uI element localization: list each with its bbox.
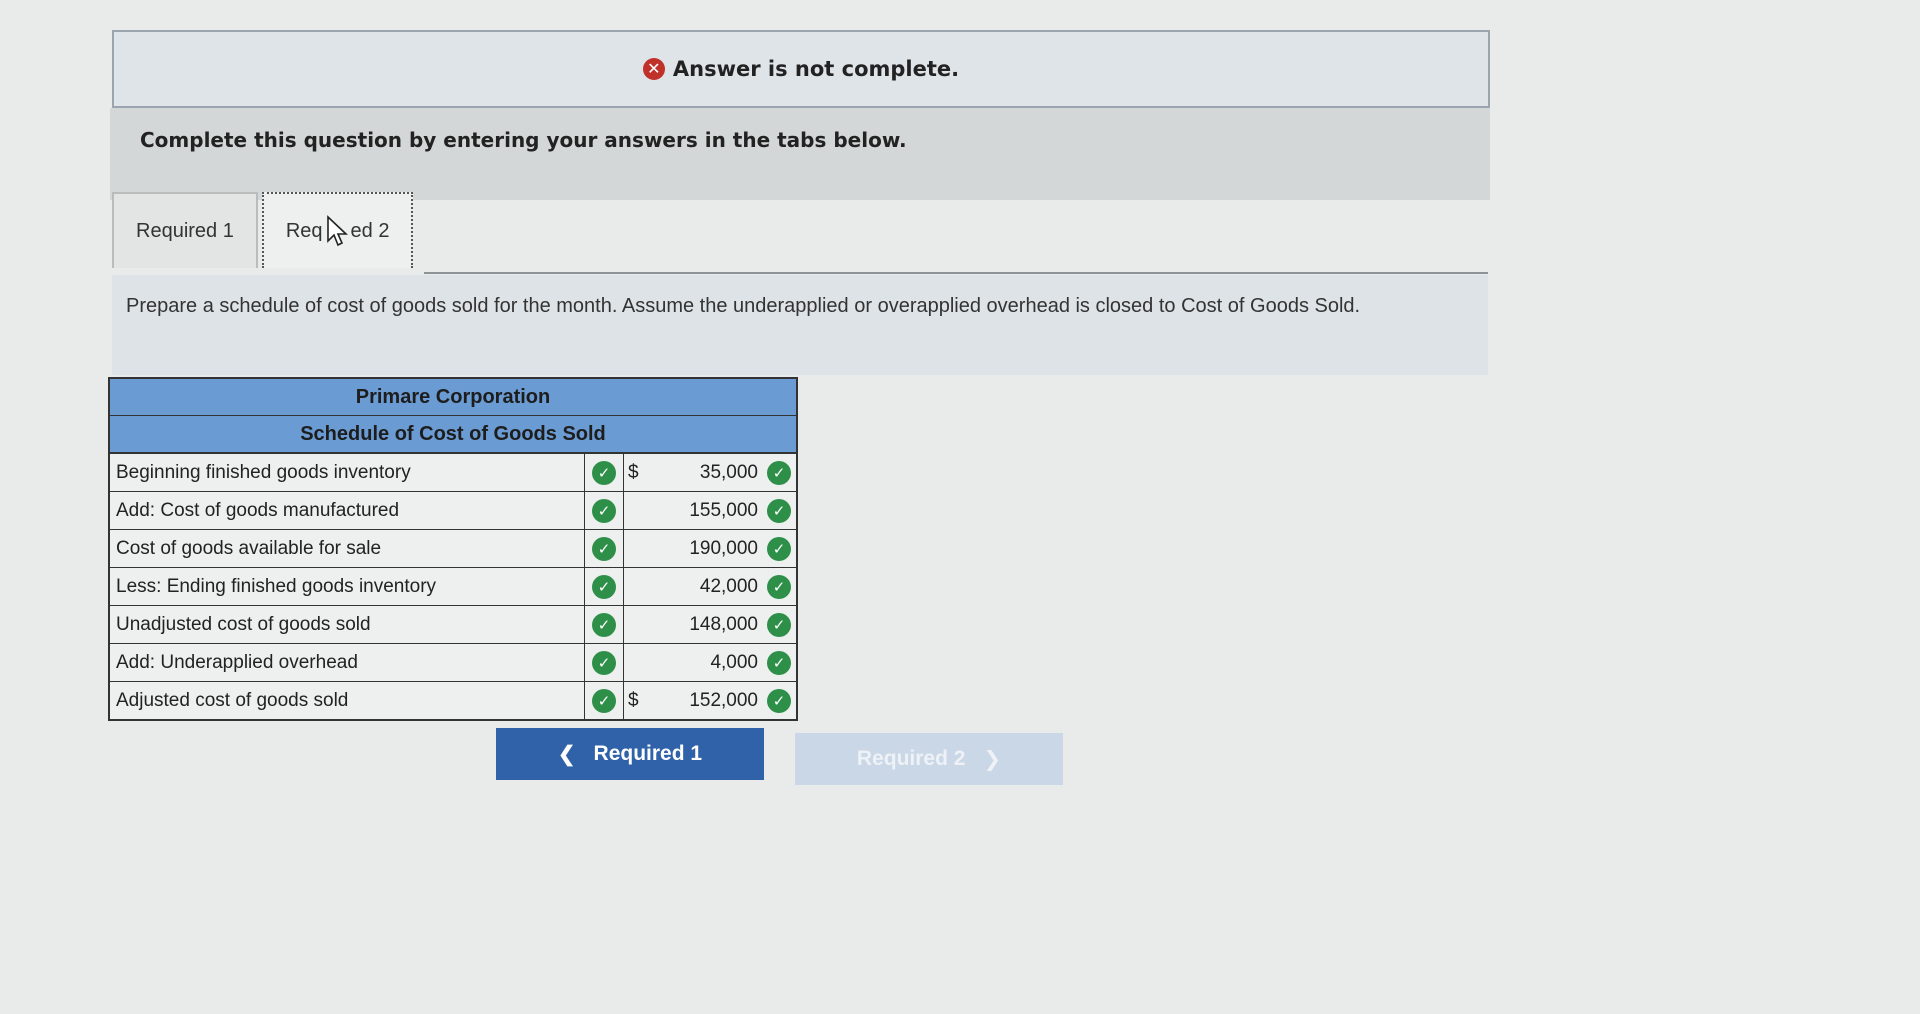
correct-check-icon: ✓ [592,650,616,675]
correct-check-icon: ✓ [592,612,616,637]
correct-check-icon: ✓ [767,688,791,713]
correct-check-icon: ✓ [767,460,791,485]
correct-check-icon: ✓ [592,460,616,485]
amount-input[interactable]: 148,000 [649,614,762,636]
correct-check-icon: ✓ [592,574,616,599]
row-label-input[interactable]: Beginning finished goods inventory [110,454,585,491]
amount-input[interactable]: 155,000 [649,500,762,522]
correct-check-icon: ✓ [767,498,791,523]
tab-divider [424,272,1488,274]
question-text: Prepare a schedule of cost of goods sold… [112,275,1488,375]
table-row: Adjusted cost of goods sold ✓ $ 152,000 … [110,681,796,719]
row-label-input[interactable]: Cost of goods available for sale [110,530,585,567]
table-row: Cost of goods available for sale ✓ 190,0… [110,529,796,567]
table-row: Unadjusted cost of goods sold ✓ 148,000 … [110,605,796,643]
mouse-cursor-icon [326,215,348,247]
row-label-input[interactable]: Add: Underapplied overhead [110,644,585,681]
tab-label-end: ed 2 [350,219,390,242]
amount-input[interactable]: 35,000 [649,462,762,484]
previous-required-1-button[interactable]: ❮ Required 1 [496,728,764,780]
amount-input[interactable]: 152,000 [649,690,762,712]
chevron-left-icon: ❮ [557,742,576,766]
tab-bar: Required 1 Req ed 2 [112,192,414,272]
currency-symbol [623,606,649,643]
table-row: Less: Ending finished goods inventory ✓ … [110,567,796,605]
row-label-input[interactable]: Less: Ending finished goods inventory [110,568,585,605]
next-required-2-button[interactable]: Required 2 ❯ [795,733,1063,785]
table-row: Add: Cost of goods manufactured ✓ 155,00… [110,491,796,529]
table-row: Beginning finished goods inventory ✓ $ 3… [110,453,796,491]
correct-check-icon: ✓ [592,688,616,713]
answer-status-banner: ✕ Answer is not complete. [112,30,1490,108]
tab-label-start: Req [285,219,323,242]
instructions-text: Complete this question by entering your … [110,108,1490,200]
currency-symbol [623,644,649,681]
company-name: Primare Corporation [110,379,796,416]
correct-check-icon: ✓ [767,574,791,599]
correct-check-icon: ✓ [767,650,791,675]
amount-input[interactable]: 4,000 [649,652,762,674]
table-row: Add: Underapplied overhead ✓ 4,000 ✓ [110,643,796,681]
x-circle-icon: ✕ [642,58,665,80]
tab-label: Required 1 [136,219,234,242]
amount-input[interactable]: 190,000 [649,538,762,560]
next-button-label: Required 2 [856,747,966,770]
amount-input[interactable]: 42,000 [649,576,762,598]
row-label-input[interactable]: Adjusted cost of goods sold [110,682,585,719]
currency-symbol [623,530,649,567]
correct-check-icon: ✓ [767,612,791,637]
prev-button-label: Required 1 [593,742,703,765]
row-label-input[interactable]: Add: Cost of goods manufactured [110,492,585,529]
answer-status-text: Answer is not complete. [672,57,960,81]
tab-required-2[interactable]: Req ed 2 [261,192,414,268]
correct-check-icon: ✓ [767,536,791,561]
currency-symbol: $ [623,454,649,491]
currency-symbol [623,568,649,605]
currency-symbol [623,492,649,529]
correct-check-icon: ✓ [592,498,616,523]
currency-symbol: $ [623,682,649,719]
tab-required-1[interactable]: Required 1 [112,192,258,268]
correct-check-icon: ✓ [592,536,616,561]
row-label-input[interactable]: Unadjusted cost of goods sold [110,606,585,643]
schedule-title: Schedule of Cost of Goods Sold [110,416,796,453]
cogs-schedule-table: Primare Corporation Schedule of Cost of … [108,377,798,721]
chevron-right-icon: ❯ [983,747,1002,771]
